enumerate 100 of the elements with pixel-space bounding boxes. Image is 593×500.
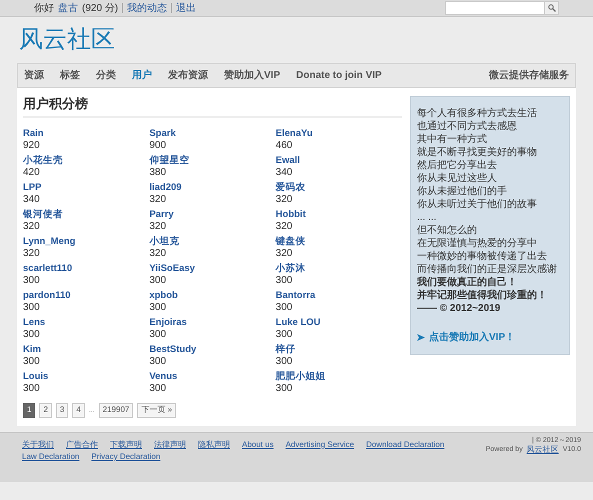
nav-tab[interactable]: 标签 xyxy=(60,69,80,82)
user-score: 900 xyxy=(149,140,168,152)
user-link[interactable]: pardon110 xyxy=(23,290,71,302)
user-score: 320 xyxy=(276,194,294,206)
points-text: (920 分) xyxy=(82,2,118,14)
footer-link[interactable]: Law Declaration xyxy=(22,452,80,462)
user-link[interactable]: 肥肥小姐姐 xyxy=(276,371,326,382)
user-link[interactable]: 小苏沐 xyxy=(276,263,306,274)
sidebar-text: —— © 2012~2019 xyxy=(417,302,502,316)
user-link[interactable]: Luke LOU xyxy=(276,317,321,328)
page-link[interactable]: 3 xyxy=(56,403,68,418)
nav-tab[interactable]: 发布资源 xyxy=(168,69,208,82)
user-score: 320 xyxy=(149,248,168,260)
user-score: 320 xyxy=(23,221,41,234)
user-score: 300 xyxy=(23,275,41,288)
user-link[interactable]: Rain xyxy=(23,128,44,140)
sidebar-text: ... ... xyxy=(417,211,438,224)
nav-tab[interactable]: 赞助加入VIP xyxy=(224,69,280,82)
site-title[interactable]: 风云社区 xyxy=(17,17,576,64)
nav-tab[interactable]: 用户 xyxy=(132,69,152,82)
top-link[interactable]: 退出 xyxy=(176,2,196,14)
user-score: 300 xyxy=(23,329,41,342)
nav-tab[interactable]: Donate to join VIP xyxy=(296,69,382,82)
vip-link[interactable]: 点击赞助加入VIP！ xyxy=(429,331,516,344)
user-score: 300 xyxy=(276,356,294,368)
user-link[interactable]: LPP xyxy=(23,182,42,194)
user-score: 320 xyxy=(23,248,41,260)
user-score: 300 xyxy=(276,383,294,396)
user-link[interactable]: Bantorra xyxy=(276,290,316,302)
user-link[interactable]: BestStudy xyxy=(149,344,196,356)
user-score: 300 xyxy=(23,383,41,396)
user-score: 300 xyxy=(149,383,168,396)
sidebar-text: 其中有一种方式 xyxy=(417,133,488,146)
user-link[interactable]: scarlett110 xyxy=(23,263,72,274)
user-link[interactable]: 银河使者 xyxy=(23,209,63,220)
footer-link[interactable]: Privacy Declaration xyxy=(91,452,160,462)
footer-link[interactable]: 关于我们 xyxy=(22,440,54,450)
footer-link[interactable]: 广告合作 xyxy=(66,440,98,450)
user-score: 420 xyxy=(23,167,41,180)
search-field[interactable] xyxy=(445,1,545,15)
user-link[interactable]: Spark xyxy=(149,128,176,140)
user-link[interactable]: ElenaYu xyxy=(276,128,313,140)
page-link[interactable]: 4 xyxy=(72,403,85,418)
user-link[interactable]: Parry xyxy=(149,209,174,220)
user-link[interactable]: Ewall xyxy=(276,155,300,166)
page-link[interactable]: 2 xyxy=(39,403,52,418)
nav-tab[interactable]: 资源 xyxy=(24,69,44,82)
sidebar-text: 我们要做真正的自己！ xyxy=(417,276,518,289)
sidebar-text: 并牢记那些值得我们珍重的！ xyxy=(417,289,548,302)
user-score: 300 xyxy=(23,356,41,368)
sidebar-text: 一种微妙的事物被传递了出去 xyxy=(417,250,548,264)
user-link[interactable]: 小坦克 xyxy=(149,236,180,248)
sidebar-text: 也通过不同方式去感恩 xyxy=(417,120,518,134)
user-score: 380 xyxy=(149,167,168,180)
user-score: 300 xyxy=(149,329,168,342)
user-score: 300 xyxy=(149,302,168,314)
user-link[interactable]: Louis xyxy=(23,371,48,382)
user-score: 320 xyxy=(149,221,168,234)
sidebar-text: 就是不断寻找更美好的事物 xyxy=(417,146,538,160)
user-link[interactable]: 键盘侠 xyxy=(276,236,306,248)
footer-link[interactable]: Advertising Service xyxy=(286,440,354,450)
nav-link[interactable]: 微云提供存储服务 xyxy=(489,69,569,82)
user-score: 320 xyxy=(149,194,168,206)
user-score: 300 xyxy=(149,356,168,368)
sidebar-text: 你从未握过他们的手 xyxy=(417,185,508,198)
sidebar-text: 然后把它分享出去 xyxy=(417,159,498,172)
page-link[interactable]: 1 xyxy=(23,403,36,418)
user-link[interactable]: liad209 xyxy=(149,182,182,194)
page-link[interactable]: 下一页 » xyxy=(137,403,176,418)
top-link[interactable]: 我的动态 xyxy=(127,2,168,14)
sidebar-text: 每个人有很多种方式去生活 xyxy=(417,107,538,120)
footer-link[interactable]: 法律声明 xyxy=(154,440,186,450)
footer-link[interactable]: 隐私声明 xyxy=(198,440,230,450)
user-link[interactable]: Kim xyxy=(23,344,41,356)
user-link[interactable]: 梓仔 xyxy=(276,344,296,356)
user-link[interactable]: 爱码农 xyxy=(276,182,306,194)
user-link[interactable]: Lens xyxy=(23,317,46,328)
section-heading: 用户积分榜 xyxy=(23,96,402,118)
user-link[interactable]: Enjoiras xyxy=(149,317,187,328)
footer-link[interactable]: Download Declaration xyxy=(366,440,444,450)
user-link[interactable]: xpbob xyxy=(149,290,178,302)
footer-link[interactable]: About us xyxy=(242,440,274,450)
user-link[interactable]: Lynn_Meng xyxy=(23,236,76,248)
user-link[interactable]: 仰望星空 xyxy=(149,155,190,166)
user-link[interactable]: Hobbit xyxy=(276,209,306,220)
nav-tab[interactable]: 分类 xyxy=(96,69,116,82)
user-score: 300 xyxy=(149,275,168,288)
user-score: 300 xyxy=(276,275,294,288)
sidebar-text: 在无限谨慎与热爱的分享中 xyxy=(417,237,538,250)
search-button[interactable] xyxy=(545,1,559,15)
powered-link[interactable]: 风云社区 xyxy=(526,444,559,456)
user-link[interactable]: Venus xyxy=(149,371,178,382)
user-score: 320 xyxy=(276,221,294,234)
user-link[interactable]: YiiSoEasy xyxy=(149,263,195,274)
user-score: 320 xyxy=(276,248,294,260)
user-score: 460 xyxy=(276,140,294,152)
username-link[interactable]: 盘古 xyxy=(58,2,78,14)
footer-link[interactable]: 下载声明 xyxy=(110,440,142,450)
user-link[interactable]: 小花生壳 xyxy=(23,155,63,166)
page-link[interactable]: 219907 xyxy=(98,403,134,418)
